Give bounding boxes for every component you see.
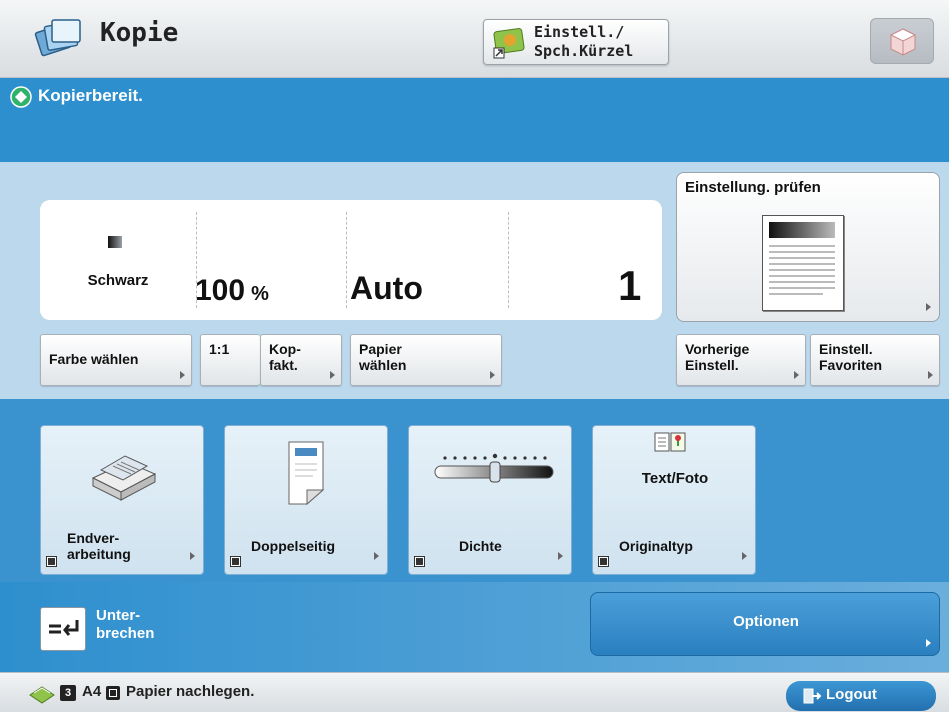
action-bar: Unter- brechen Optionen bbox=[0, 582, 949, 672]
interrupt-icon bbox=[40, 607, 86, 651]
finishing-button[interactable]: Endver- arbeitung bbox=[40, 425, 204, 575]
ready-icon bbox=[10, 86, 32, 112]
document-preview-icon bbox=[762, 215, 844, 311]
chevron-right-icon bbox=[558, 552, 563, 560]
original-type-value: Text/Foto bbox=[641, 470, 709, 487]
paper-size: A4 bbox=[82, 683, 102, 700]
check-settings-button[interactable]: Einstellung. prüfen bbox=[676, 172, 940, 322]
favorite-settings-label: Einstell. Favoriten bbox=[819, 341, 883, 373]
original-type-label: Originaltyp bbox=[619, 538, 693, 554]
paper-orientation-icon bbox=[106, 686, 120, 700]
copy-icon bbox=[32, 12, 84, 64]
settings-panel: Schwarz 100% Auto 1 Einstellung. prüfen bbox=[0, 162, 949, 399]
finishing-label: Endver- arbeitung bbox=[67, 530, 131, 562]
corner-indicator-icon bbox=[46, 556, 57, 567]
paper-warning-icon bbox=[29, 686, 55, 704]
interrupt-label: Unter- brechen bbox=[96, 607, 155, 642]
paper-tray-number: 3 bbox=[64, 687, 72, 699]
status-bar: Kopierbereit. bbox=[0, 78, 949, 162]
options-button[interactable]: Optionen bbox=[590, 592, 940, 656]
corner-indicator-icon bbox=[598, 556, 609, 567]
previous-settings-label: Vorherige Einstell. bbox=[685, 341, 750, 373]
two-sided-label: Doppelseitig bbox=[251, 538, 336, 554]
chevron-right-icon bbox=[926, 303, 931, 311]
paper-select-button[interactable]: Papier wählen bbox=[350, 334, 502, 386]
chevron-right-icon bbox=[330, 371, 335, 379]
two-sided-button[interactable]: Doppelseitig bbox=[224, 425, 388, 575]
shortcut-icon bbox=[492, 26, 528, 64]
color-select-button[interactable]: Farbe wählen bbox=[40, 334, 192, 386]
text-photo-icon bbox=[654, 432, 686, 452]
logout-icon bbox=[803, 688, 822, 704]
logout-button[interactable]: Logout bbox=[786, 681, 936, 711]
logout-label: Logout bbox=[826, 686, 877, 703]
divider bbox=[346, 212, 347, 308]
ratio-unit: % bbox=[251, 283, 269, 305]
color-mode-icon bbox=[108, 236, 122, 248]
check-settings-label: Einstellung. prüfen bbox=[685, 179, 821, 196]
copies-count: 1 bbox=[618, 262, 642, 309]
cube-button[interactable] bbox=[870, 18, 934, 64]
paper-tray-badge: 3 bbox=[60, 685, 76, 701]
favorite-settings-button[interactable]: Einstell. Favoriten bbox=[810, 334, 940, 386]
page-title: Kopie bbox=[100, 18, 179, 48]
divider bbox=[508, 212, 509, 308]
header-bar: Kopie Einstell./ Spch.Kürzel bbox=[0, 0, 949, 78]
color-select-label: Farbe wählen bbox=[49, 351, 139, 367]
chevron-right-icon bbox=[926, 639, 931, 647]
interrupt-button[interactable]: Unter- brechen bbox=[40, 601, 220, 657]
stapler-icon bbox=[91, 455, 157, 501]
color-mode-value: Schwarz bbox=[87, 272, 149, 289]
density-label: Dichte bbox=[459, 538, 502, 554]
duplex-icon bbox=[288, 441, 325, 506]
paper-value: Auto bbox=[350, 270, 423, 306]
shortcut-settings-button[interactable]: Einstell./ Spch.Kürzel bbox=[483, 19, 669, 65]
main-panel: Schwarz 100% Auto 1 Einstellung. prüfen bbox=[0, 162, 949, 582]
paper-message: Papier nachlegen. bbox=[126, 683, 255, 700]
chevron-right-icon bbox=[742, 552, 747, 560]
chevron-right-icon bbox=[490, 371, 495, 379]
options-label: Optionen bbox=[733, 613, 799, 630]
original-type-button[interactable]: Text/Foto Originaltyp bbox=[592, 425, 756, 575]
settings-summary: Schwarz 100% Auto 1 bbox=[40, 200, 662, 320]
one-to-one-label: 1:1 bbox=[209, 341, 230, 357]
paper-select-label: Papier wählen bbox=[359, 341, 407, 373]
chevron-right-icon bbox=[190, 552, 195, 560]
copy-ratio-button[interactable]: Kop- fakt. bbox=[260, 334, 342, 386]
chevron-right-icon bbox=[794, 371, 799, 379]
one-to-one-button[interactable]: 1:1 bbox=[200, 334, 260, 386]
corner-indicator-icon bbox=[414, 556, 425, 567]
status-message: Kopierbereit. bbox=[38, 86, 143, 105]
copy-ratio-value: 100% bbox=[195, 274, 269, 308]
shortcut-label: Einstell./ Spch.Kürzel bbox=[534, 23, 634, 60]
cube-icon bbox=[889, 28, 917, 56]
footer-bar: 3 A4 Papier nachlegen. Logout bbox=[0, 672, 949, 712]
chevron-right-icon bbox=[928, 371, 933, 379]
density-slider-icon bbox=[434, 453, 554, 483]
ratio-number: 100 bbox=[195, 274, 246, 307]
density-button[interactable]: Dichte bbox=[408, 425, 572, 575]
copy-ratio-label: Kop- fakt. bbox=[269, 341, 301, 373]
corner-indicator-icon bbox=[230, 556, 241, 567]
chevron-right-icon bbox=[374, 552, 379, 560]
previous-settings-button[interactable]: Vorherige Einstell. bbox=[676, 334, 806, 386]
chevron-right-icon bbox=[180, 371, 185, 379]
